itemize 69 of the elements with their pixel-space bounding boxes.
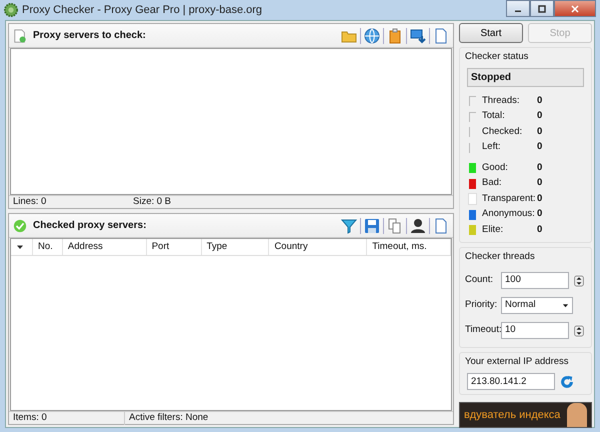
close-button[interactable] [554,0,596,17]
status-label: Checked: [482,124,524,139]
status-value: 0 [537,94,542,108]
figure-placeholder [567,402,587,427]
spinner-icon[interactable] [574,324,584,338]
group-title: Checker status [465,50,530,64]
ad-banner[interactable]: вдуватель индекса [459,402,592,428]
dropdown-arrow-icon[interactable] [16,243,24,251]
status-label: Elite: [482,222,504,237]
status-label: Bad: [482,176,503,190]
app-gear-icon [4,3,18,17]
close-icon [571,4,579,12]
status-label: Anonymous: [482,207,536,222]
floppy-icon[interactable] [364,218,380,234]
status-value: 0 [537,160,542,175]
status-label: Left: [482,140,502,154]
status-label: Transparent: [482,192,537,206]
status-label: Total: [482,109,506,124]
caret-icon [562,302,569,309]
status-value: 0 [537,124,542,139]
number-field[interactable]: 10 [501,322,569,339]
user-icon[interactable] [410,218,426,234]
panel-title: Checked proxy servers: [33,219,146,233]
maximize-button[interactable] [530,0,554,17]
spinner-icon[interactable] [574,274,584,288]
status-label: Threads: [482,94,520,108]
ip-address-field: 213.80.141.2 [467,373,555,390]
number-field[interactable]: 100 [501,272,569,289]
status-text: Items: 0 [9,410,125,426]
document-icon[interactable] [433,218,449,234]
status-text: Lines: 0 [12,194,48,209]
status-value: 0 [537,207,542,222]
start-button[interactable]: Start [459,23,523,43]
globe-icon[interactable] [364,28,380,44]
status-field: Stopped [467,68,584,88]
column-header[interactable]: Port [146,239,202,255]
clipboard-icon[interactable] [387,28,403,44]
column-header[interactable]: Timeout, ms. [367,239,451,255]
copy-icon[interactable] [387,218,403,234]
field-label: Count: [465,273,494,288]
status-text: Active filters: None [128,410,210,425]
column-header[interactable]: Address [62,239,147,255]
status-text: Size: 0 B [132,194,172,209]
status-label: Good: [482,160,509,175]
status-value: 0 [537,140,542,154]
proxy-list-field[interactable] [10,48,452,195]
filter-icon[interactable] [341,218,357,234]
banner-text: вдуватель индекса [464,408,560,422]
maximize-icon [538,4,546,12]
column-header[interactable]: No. [32,239,63,255]
window-title: Proxy Checker - Proxy Gear Pro | proxy-base.org [22,2,262,18]
field-label: Priority: [465,298,498,312]
add-document-icon [13,28,27,44]
group-title: Your external IP address [465,355,570,369]
document-icon[interactable] [433,28,449,44]
refresh-icon[interactable] [560,374,574,389]
priority-dropdown[interactable]: Normal [501,297,573,314]
status-value: 0 [537,109,542,124]
status-value: 0 [537,222,542,237]
column-header[interactable]: Type [202,239,270,255]
group-title: Checker threads [465,250,536,264]
monitor-icon[interactable] [410,28,426,44]
panel-title: Proxy servers to check: [33,29,146,43]
check-circle-icon [13,218,27,232]
status-value: 0 [537,192,542,206]
status-value: 0 [537,176,542,190]
field-label: Timeout: [465,323,501,338]
minimize-button[interactable] [506,0,530,17]
column-header[interactable]: Country [269,239,368,255]
